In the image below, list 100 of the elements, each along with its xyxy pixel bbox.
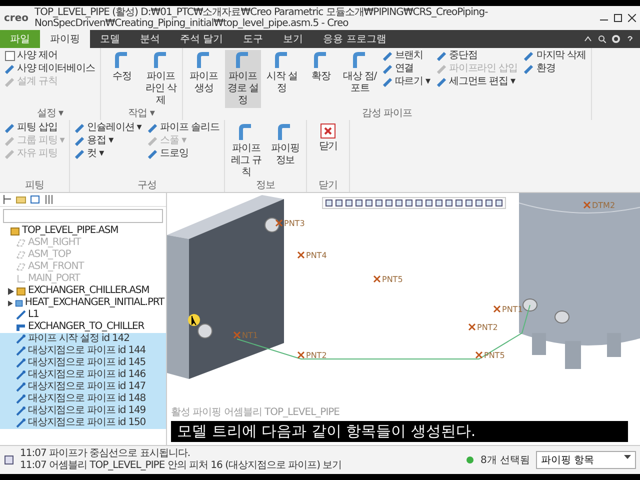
status-message: 11:07 어셈블리 TOP_LEVEL_PIPE 안의 피처 16 (대상지점으로 파이프) 보기	[20, 460, 343, 472]
tree-node-icon	[16, 310, 26, 320]
point-label: PNT3	[284, 219, 305, 228]
maximize-icon[interactable]	[614, 14, 622, 22]
point-label: DTM2	[592, 201, 616, 210]
point-marker-icon	[297, 251, 305, 259]
tree-node-icon	[16, 418, 26, 428]
ribbon-button[interactable]: 수정	[104, 50, 140, 84]
group-label: 설정 ▾	[36, 108, 64, 120]
ribbon-button[interactable]: 시작 설정	[264, 50, 300, 96]
tree-item[interactable]: L1	[0, 309, 166, 321]
point-label: PNT5	[484, 351, 505, 360]
tool-icon	[524, 51, 534, 61]
ribbon-button[interactable]: 브랜치	[380, 50, 432, 62]
ribbon-button[interactable]: 세그먼트 편집 ▾	[434, 76, 520, 88]
tree-settings-icon[interactable]	[30, 195, 40, 204]
collapse-icon[interactable]	[584, 35, 592, 43]
ribbon-button[interactable]: 파이프 경로 설정	[224, 50, 261, 108]
ribbon-button[interactable]: 따르기 ▾	[380, 76, 432, 88]
point-label: PNT2	[477, 323, 498, 332]
tree-item[interactable]: 대상지점으로 파이프 id 149	[0, 405, 166, 417]
ribbon-button[interactable]: 연결	[380, 63, 432, 75]
ribbon-button[interactable]: 용접 ▾	[73, 135, 144, 147]
columns-icon[interactable]	[44, 195, 54, 204]
subtitle-caption: 모델 트리에 다음과 같이 항목들이 생성된다.	[171, 421, 628, 442]
ribbon-tab[interactable]: 파이핑	[40, 30, 90, 48]
ribbon-button[interactable]: 중단점	[434, 50, 520, 62]
point-marker-icon	[583, 201, 591, 209]
ribbon-button[interactable]: 대상 점/포트	[342, 50, 378, 96]
search-icon[interactable]	[598, 35, 606, 43]
point-label: PNT5	[382, 275, 403, 284]
tree-item[interactable]: 대상지점으로 파이프 id 150	[0, 417, 166, 429]
tree-node-icon	[16, 274, 26, 284]
ribbon-button[interactable]: 환경	[522, 63, 588, 75]
ribbon-button[interactable]: 피팅 삽입	[3, 122, 66, 134]
tree-item[interactable]: TOP_LEVEL_PIPE.ASM	[0, 225, 166, 237]
tree-node-icon	[16, 346, 26, 356]
point-label: PNT2	[306, 351, 327, 360]
tree-node-icon	[16, 238, 26, 248]
ribbon-button[interactable]: 사양 제어	[3, 50, 97, 62]
cursor-icon	[187, 313, 201, 327]
ribbon-tab[interactable]: 보기	[273, 30, 314, 48]
selection-count: 8개 선택됨	[480, 454, 530, 467]
tool-icon	[148, 123, 158, 133]
ribbon-button[interactable]: 인슐레이션 ▾	[73, 122, 144, 134]
ribbon-button[interactable]: 드로잉	[146, 148, 222, 160]
ribbon-tab[interactable]: 모델	[90, 30, 130, 48]
tool-icon	[148, 136, 158, 146]
ribbon-button[interactable]: 파이프 솔리드	[146, 122, 222, 134]
ribbon-button[interactable]: 파이프 레그 규칙	[228, 122, 264, 180]
tree-node-icon	[16, 394, 26, 404]
model-tree-icon[interactable]	[3, 195, 12, 204]
tree-item[interactable]: 대상지점으로 파이프 id 147	[0, 381, 166, 393]
group-label: 닫기	[318, 180, 339, 192]
tree-node-icon	[16, 250, 26, 260]
ribbon-tab[interactable]: 분석	[130, 30, 170, 48]
group-label: 작업 ▾	[127, 108, 156, 120]
point-marker-icon	[493, 305, 501, 313]
tree-item[interactable]: HEAT_EXCHANGER_INITIAL.PRT	[0, 297, 166, 309]
tree-item[interactable]: 대상지점으로 파이프 id 146	[0, 369, 166, 381]
tree-node-icon	[10, 226, 20, 236]
ribbon-button[interactable]: 파이프 생성	[186, 50, 222, 96]
ribbon-button[interactable]: 확장	[302, 50, 339, 84]
tree-node-icon	[16, 406, 26, 416]
filter-dropdown[interactable]: 파이핑 항목	[536, 451, 636, 469]
ribbon-button[interactable]: 사양 데이터베이스	[3, 63, 97, 75]
ribbon-button[interactable]: 닫기	[310, 122, 346, 154]
window-title: TOP_LEVEL_PIPE (활성) D:₩01_PTC₩소개자료₩Creo Parametric 모듈소개₩PIPING₩CRS_CreoPiping-NonSpecDriven₩Creating_Piping_initial₩top_level_pipe.asm.5 - Creo	[34, 7, 489, 29]
tool-icon	[75, 123, 86, 133]
tree-item[interactable]: 파이프 시작 설정 id 142	[0, 333, 166, 345]
message-icon[interactable]	[4, 455, 14, 465]
close-icon	[320, 123, 336, 139]
point-marker-icon	[297, 351, 305, 359]
close-icon[interactable]	[628, 14, 636, 22]
tool-icon	[382, 51, 393, 61]
ribbon-button[interactable]: 파이프라인 삭제	[142, 50, 179, 108]
tree-item[interactable]: 대상지점으로 파이프 id 148	[0, 393, 166, 405]
ribbon-button[interactable]: 파이핑 정보	[267, 122, 304, 168]
point-marker-icon	[275, 219, 283, 227]
tree-node-icon	[16, 382, 26, 392]
ribbon-tab[interactable]: 도구	[233, 30, 274, 48]
group-label: 피팅	[24, 180, 46, 192]
ribbon-button[interactable]: 컷 ▾	[73, 148, 144, 160]
tree-node-icon	[16, 358, 26, 368]
ribbon-button[interactable]: 마지막 삭제	[522, 50, 588, 62]
status-message: 11:07 파이프가 중심선으로 표시됩니다.	[20, 448, 192, 460]
app-logo: creo	[4, 12, 29, 24]
tree-item[interactable]: 대상지점으로 파이프 id 145	[0, 357, 166, 369]
tree-item[interactable]: EXCHANGER_CHILLER.ASM	[0, 285, 166, 297]
group-label: 정보	[255, 180, 276, 192]
ribbon-tab[interactable]: 응용 프로그램	[313, 30, 396, 48]
point-marker-icon	[468, 323, 476, 331]
search-field[interactable]	[3, 209, 163, 223]
folder-icon[interactable]	[16, 195, 26, 204]
tree-item[interactable]: 대상지점으로 파이프 id 144	[0, 345, 166, 357]
tree-node-icon	[14, 298, 23, 308]
tree-item[interactable]: EXCHANGER_TO_CHILLER	[0, 321, 166, 333]
group-label: 감성 파이프	[360, 108, 413, 120]
ribbon-tab[interactable]: 주석 달기	[170, 30, 234, 48]
help-icon[interactable]	[626, 35, 634, 43]
